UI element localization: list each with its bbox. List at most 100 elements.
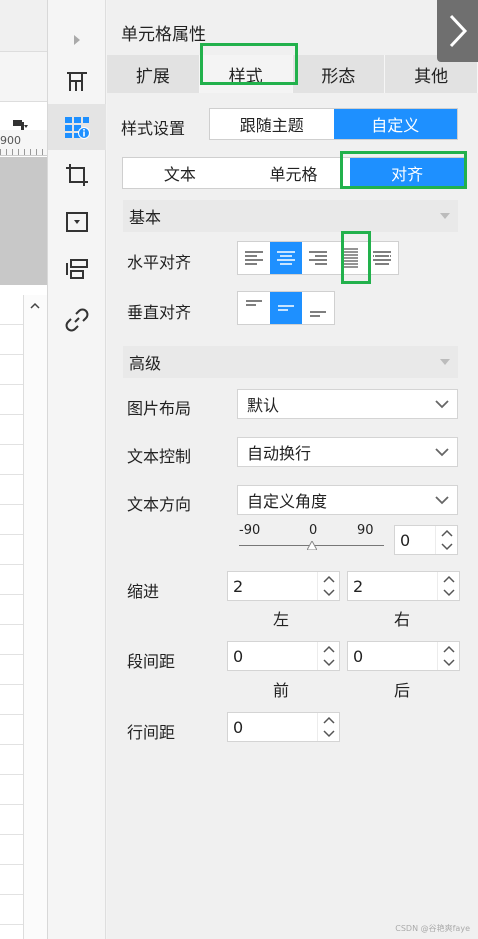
cell-properties-button[interactable] [48,104,106,150]
chevron-up-icon[interactable] [443,575,455,583]
chevron-down-icon[interactable] [427,390,457,418]
text-control-label: 文本控制 [127,447,192,466]
link-icon [65,308,89,332]
chevron-up-icon[interactable] [443,645,455,653]
line-spacing-label: 行间距 [127,723,176,742]
indent-left-value: 2 [233,576,244,596]
chevron-down-icon[interactable] [323,659,335,667]
horizontal-align-label: 水平对齐 [127,253,192,272]
angle-slider[interactable]: -90 0 90 [239,523,387,555]
collapse-arrow-button[interactable] [48,20,106,60]
spacing-after-input[interactable]: 0 [347,641,460,671]
spacing-before-value: 0 [233,646,244,666]
slider-thumb[interactable] [307,541,317,550]
align-middle-icon[interactable] [270,292,302,324]
vertical-align-label: 垂直对齐 [127,303,192,322]
align-distributed-icon[interactable] [366,242,398,274]
chevron-up-icon[interactable] [30,301,40,311]
indent-right-value: 2 [353,576,364,596]
text-direction-value: 自定义角度 [247,492,328,511]
style-settings-toggle: 跟随主题 自定义 [209,108,458,140]
text-control-select[interactable]: 自动换行 [237,437,458,467]
custom-option[interactable]: 自定义 [333,109,457,139]
image-layout-label: 图片布局 [127,399,192,418]
table-layout-icon [67,72,87,91]
collapse-caret-icon [440,213,450,219]
indent-label: 缩进 [127,582,160,601]
top-toolbar-strip [0,0,47,52]
angle-max-label: 90 [357,523,374,538]
cell-properties-panel: 单元格属性 扩展 样式 形态 其他 样式设置 跟随主题 自定义 文本 单元格 对… [107,0,478,939]
condition-format-icon [66,259,88,279]
subtab-text[interactable]: 文本 [123,158,237,188]
style-settings-label: 样式设置 [121,119,186,138]
chevron-down-icon[interactable] [443,659,455,667]
spacing-after-value: 0 [353,646,364,666]
chevron-up-icon[interactable] [441,529,453,537]
widget-properties-button[interactable] [48,199,106,245]
spin-arrows[interactable] [437,642,459,670]
chevron-up-icon[interactable] [323,575,335,583]
tab-extension[interactable]: 扩展 [107,55,200,93]
align-left-icon[interactable] [238,242,270,274]
chevron-down-icon[interactable] [427,438,457,466]
angle-mid-label: 0 [309,523,318,538]
chevron-down-icon[interactable] [323,730,335,738]
style-subtabs: 文本 单元格 对齐 [122,157,465,189]
collapse-caret-icon [440,359,450,365]
spin-arrows[interactable] [437,572,459,600]
advanced-section-title: 高级 [129,354,162,373]
table-properties-button[interactable] [48,58,106,104]
border-properties-button[interactable] [48,152,106,198]
chevron-down-icon[interactable] [427,486,457,514]
paragraph-spacing-label: 段间距 [127,652,176,671]
basic-section-title: 基本 [129,208,162,227]
align-justify-icon[interactable] [334,242,366,274]
spreadsheet-area: 900 [0,0,48,939]
angle-min-label: -90 [239,523,261,538]
spacing-after-caption: 后 [394,681,411,700]
chevron-up-icon[interactable] [323,645,335,653]
line-spacing-input[interactable]: 0 [227,712,340,742]
chevron-up-icon[interactable] [323,716,335,724]
cell-info-icon [65,117,90,139]
tab-style[interactable]: 样式 [199,55,293,93]
property-tabs: 扩展 样式 形态 其他 [107,55,478,93]
tab-shape[interactable]: 形态 [292,55,386,93]
indent-right-caption: 右 [394,610,411,629]
spin-arrows[interactable] [317,572,339,600]
basic-section-header[interactable]: 基本 [123,200,458,232]
overlay-close-button[interactable] [437,0,478,62]
spacing-before-input[interactable]: 0 [227,641,340,671]
text-direction-select[interactable]: 自定义角度 [237,485,458,515]
spin-arrows[interactable] [317,713,339,741]
hyperlink-button[interactable] [48,297,106,343]
chevron-down-icon[interactable] [443,589,455,597]
image-layout-value: 默认 [247,396,280,415]
indent-left-input[interactable]: 2 [227,571,340,601]
format-toolbar-strip [0,52,47,130]
vertical-scrollbar[interactable] [23,295,47,939]
spin-arrows[interactable] [435,526,457,554]
chevron-down-icon[interactable] [323,589,335,597]
subtab-cell[interactable]: 单元格 [237,158,351,188]
align-top-icon[interactable] [238,292,270,324]
align-center-icon[interactable] [270,242,302,274]
spin-arrows[interactable] [317,642,339,670]
triangle-right-icon [74,35,80,45]
follow-theme-option[interactable]: 跟随主题 [210,109,334,139]
line-spacing-value: 0 [233,717,244,737]
subtab-alignment[interactable]: 对齐 [350,158,465,188]
image-layout-select[interactable]: 默认 [237,389,458,419]
chevron-down-icon[interactable] [441,543,453,551]
indent-right-input[interactable]: 2 [347,571,460,601]
angle-value: 0 [400,530,411,550]
advanced-section-header[interactable]: 高级 [123,346,458,378]
angle-input[interactable]: 0 [394,525,458,555]
condition-properties-button[interactable] [48,246,106,292]
crop-frame-icon [66,164,88,186]
text-direction-label: 文本方向 [127,495,192,514]
align-right-icon[interactable] [302,242,334,274]
text-control-value: 自动换行 [247,444,312,463]
align-bottom-icon[interactable] [302,292,334,324]
